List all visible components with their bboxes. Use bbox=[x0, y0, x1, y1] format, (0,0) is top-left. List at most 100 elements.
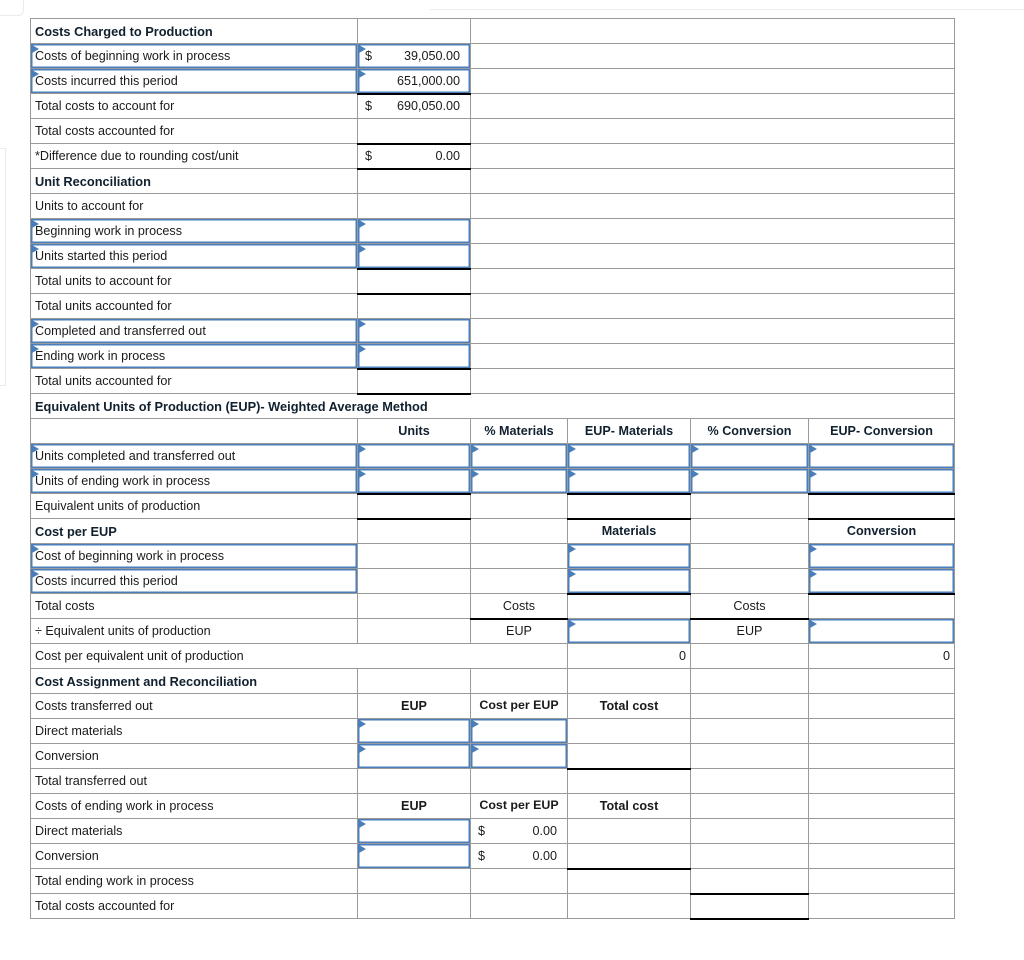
row-label-eup-ending-wip[interactable]: Units of ending work in process bbox=[30, 468, 358, 494]
input-eup-ending-eup-materials[interactable] bbox=[567, 468, 691, 495]
table-row: Total transferred out bbox=[30, 768, 955, 794]
input-ending-conv-eup[interactable] bbox=[357, 843, 471, 869]
table-row: Total units accounted for bbox=[30, 368, 955, 395]
input-divide-eup-conversion[interactable] bbox=[808, 618, 955, 644]
value-ending-dm-total bbox=[567, 818, 691, 844]
input-divide-eup-materials[interactable] bbox=[567, 618, 691, 644]
cell-blank bbox=[357, 593, 471, 619]
cost-per-eup-conversion-header: Conversion bbox=[808, 518, 955, 544]
input-eup-completed-pct-conversion[interactable] bbox=[690, 443, 809, 469]
input-eup-ending-eup-conversion[interactable] bbox=[808, 468, 955, 495]
input-eup-completed-eup-conversion[interactable] bbox=[808, 443, 955, 469]
row-label-beginning-wip-units[interactable]: Beginning work in process bbox=[30, 218, 358, 244]
right-blank bbox=[470, 193, 955, 219]
input-eup-completed-units[interactable] bbox=[357, 443, 471, 469]
row-label-beginning-wip-cost[interactable]: Costs of beginning work in process bbox=[30, 43, 358, 69]
cell-blank bbox=[690, 793, 809, 819]
row-label-equivalent-units-production: Equivalent units of production bbox=[30, 493, 358, 519]
value: 690,050.00 bbox=[396, 99, 460, 114]
unit-reconciliation-title: Unit Reconciliation bbox=[30, 168, 358, 194]
currency-symbol: $ bbox=[365, 149, 373, 163]
input-ending-dm-eup[interactable] bbox=[357, 818, 471, 844]
input-eup-ending-pct-conversion[interactable] bbox=[690, 468, 809, 494]
row-label-eup-completed-transferred[interactable]: Units completed and transferred out bbox=[30, 443, 358, 469]
table-row: Costs incurred this period bbox=[30, 568, 955, 595]
right-blank bbox=[470, 368, 955, 394]
value-total-costs-conversion bbox=[808, 593, 955, 619]
value-ending-conv-cost-per-eup: $ 0.00 bbox=[470, 843, 568, 869]
row-label-total-units-to-account: Total units to account for bbox=[30, 268, 358, 294]
row-label-costs-incurred[interactable]: Costs incurred this period bbox=[30, 68, 358, 94]
right-blank bbox=[470, 168, 955, 194]
input-transferred-dm-eup[interactable] bbox=[357, 718, 471, 744]
input-units-started[interactable] bbox=[357, 243, 471, 270]
right-blank bbox=[470, 143, 955, 169]
table-row: Units started this period bbox=[30, 243, 955, 270]
input-cost-beginning-wip-materials[interactable] bbox=[567, 543, 691, 569]
input-ending-wip-units[interactable] bbox=[357, 343, 471, 370]
value-cost-per-unit-conversion: 0 bbox=[808, 643, 955, 669]
row-label-cost-incurred-period[interactable]: Costs incurred this period bbox=[30, 568, 358, 594]
cell-blank bbox=[470, 868, 568, 894]
row-label-completed-transferred-out[interactable]: Completed and transferred out bbox=[30, 318, 358, 344]
right-blank bbox=[470, 243, 955, 269]
cell-blank bbox=[808, 693, 955, 719]
input-transferred-dm-cost-per-eup[interactable] bbox=[470, 718, 568, 744]
cost-assignment-spacer-3 bbox=[567, 668, 691, 694]
row-label-ending-conversion: Conversion bbox=[30, 843, 358, 869]
table-row: *Difference due to rounding cost/unit $ … bbox=[30, 143, 955, 170]
input-eup-ending-pct-materials[interactable] bbox=[470, 468, 568, 494]
value-ending-dm-cost-per-eup: $ 0.00 bbox=[470, 818, 568, 844]
cell-blank bbox=[808, 868, 955, 894]
currency-symbol: $ bbox=[365, 49, 373, 63]
input-cost-beginning-wip-conversion[interactable] bbox=[808, 543, 955, 569]
cost-per-eup-spacer-1 bbox=[357, 518, 471, 544]
input-eup-completed-eup-materials[interactable] bbox=[567, 443, 691, 469]
input-eup-completed-pct-materials[interactable] bbox=[470, 443, 568, 469]
row-label-ending-wip-units[interactable]: Ending work in process bbox=[30, 343, 358, 369]
value: 0.00 bbox=[532, 849, 557, 863]
cell-blank bbox=[470, 768, 568, 794]
table-row: Conversion $ 0.00 bbox=[30, 843, 955, 870]
costs-charged-title-spacer bbox=[357, 18, 471, 44]
input-cost-incurred-conversion[interactable] bbox=[808, 568, 955, 595]
cost-per-eup-materials-header: Materials bbox=[567, 518, 691, 544]
table-row: Completed and transferred out bbox=[30, 318, 955, 344]
table-row: Direct materials bbox=[30, 718, 955, 744]
input-transferred-conv-eup[interactable] bbox=[357, 743, 471, 769]
input-beginning-wip-units[interactable] bbox=[357, 218, 471, 244]
row-label-cost-beginning-wip[interactable]: Cost of beginning work in process bbox=[30, 543, 358, 569]
input-beginning-wip-cost[interactable]: $ 39,050.00 bbox=[357, 43, 471, 69]
label-costs-materials: Costs bbox=[470, 593, 568, 620]
background-artifact-top bbox=[0, 0, 24, 16]
value-total-units-to-account bbox=[357, 268, 471, 295]
cell-blank bbox=[808, 793, 955, 819]
input-eup-ending-units[interactable] bbox=[357, 468, 471, 495]
cell-blank bbox=[808, 818, 955, 844]
unit-reconciliation-title-spacer bbox=[357, 168, 471, 194]
cost-per-eup-spacer-2 bbox=[470, 518, 568, 544]
eup-col-blank bbox=[30, 418, 358, 444]
value-total-costs-to-account: $ 690,050.00 bbox=[357, 93, 471, 119]
input-completed-transferred-out[interactable] bbox=[357, 318, 471, 344]
input-cost-incurred-materials[interactable] bbox=[567, 568, 691, 595]
table-row: Total costs Costs Costs bbox=[30, 593, 955, 620]
cell-blank bbox=[357, 768, 471, 794]
row-label-ending-direct-materials: Direct materials bbox=[30, 818, 358, 844]
table-row: Cost of beginning work in process bbox=[30, 543, 955, 569]
value: 0.00 bbox=[532, 824, 557, 838]
section-header-costs-charged: Costs Charged to Production bbox=[30, 18, 955, 44]
right-blank bbox=[470, 68, 955, 94]
cell-blank bbox=[357, 618, 471, 644]
cost-assignment-spacer-4 bbox=[690, 668, 809, 694]
cost-per-eup-title: Cost per EUP bbox=[30, 518, 358, 544]
table-row: Costs incurred this period 651,000.00 bbox=[30, 68, 955, 95]
row-label-units-started[interactable]: Units started this period bbox=[30, 243, 358, 269]
row-label-total-costs: Total costs bbox=[30, 593, 358, 619]
table-row: Total units to account for bbox=[30, 268, 955, 295]
input-costs-incurred[interactable]: 651,000.00 bbox=[357, 68, 471, 95]
input-transferred-conv-cost-per-eup[interactable] bbox=[470, 743, 568, 769]
currency-symbol: $ bbox=[478, 849, 486, 863]
eup-col-eup-conversion: EUP- Conversion bbox=[808, 418, 955, 444]
table-row: Total units accounted for bbox=[30, 293, 955, 319]
